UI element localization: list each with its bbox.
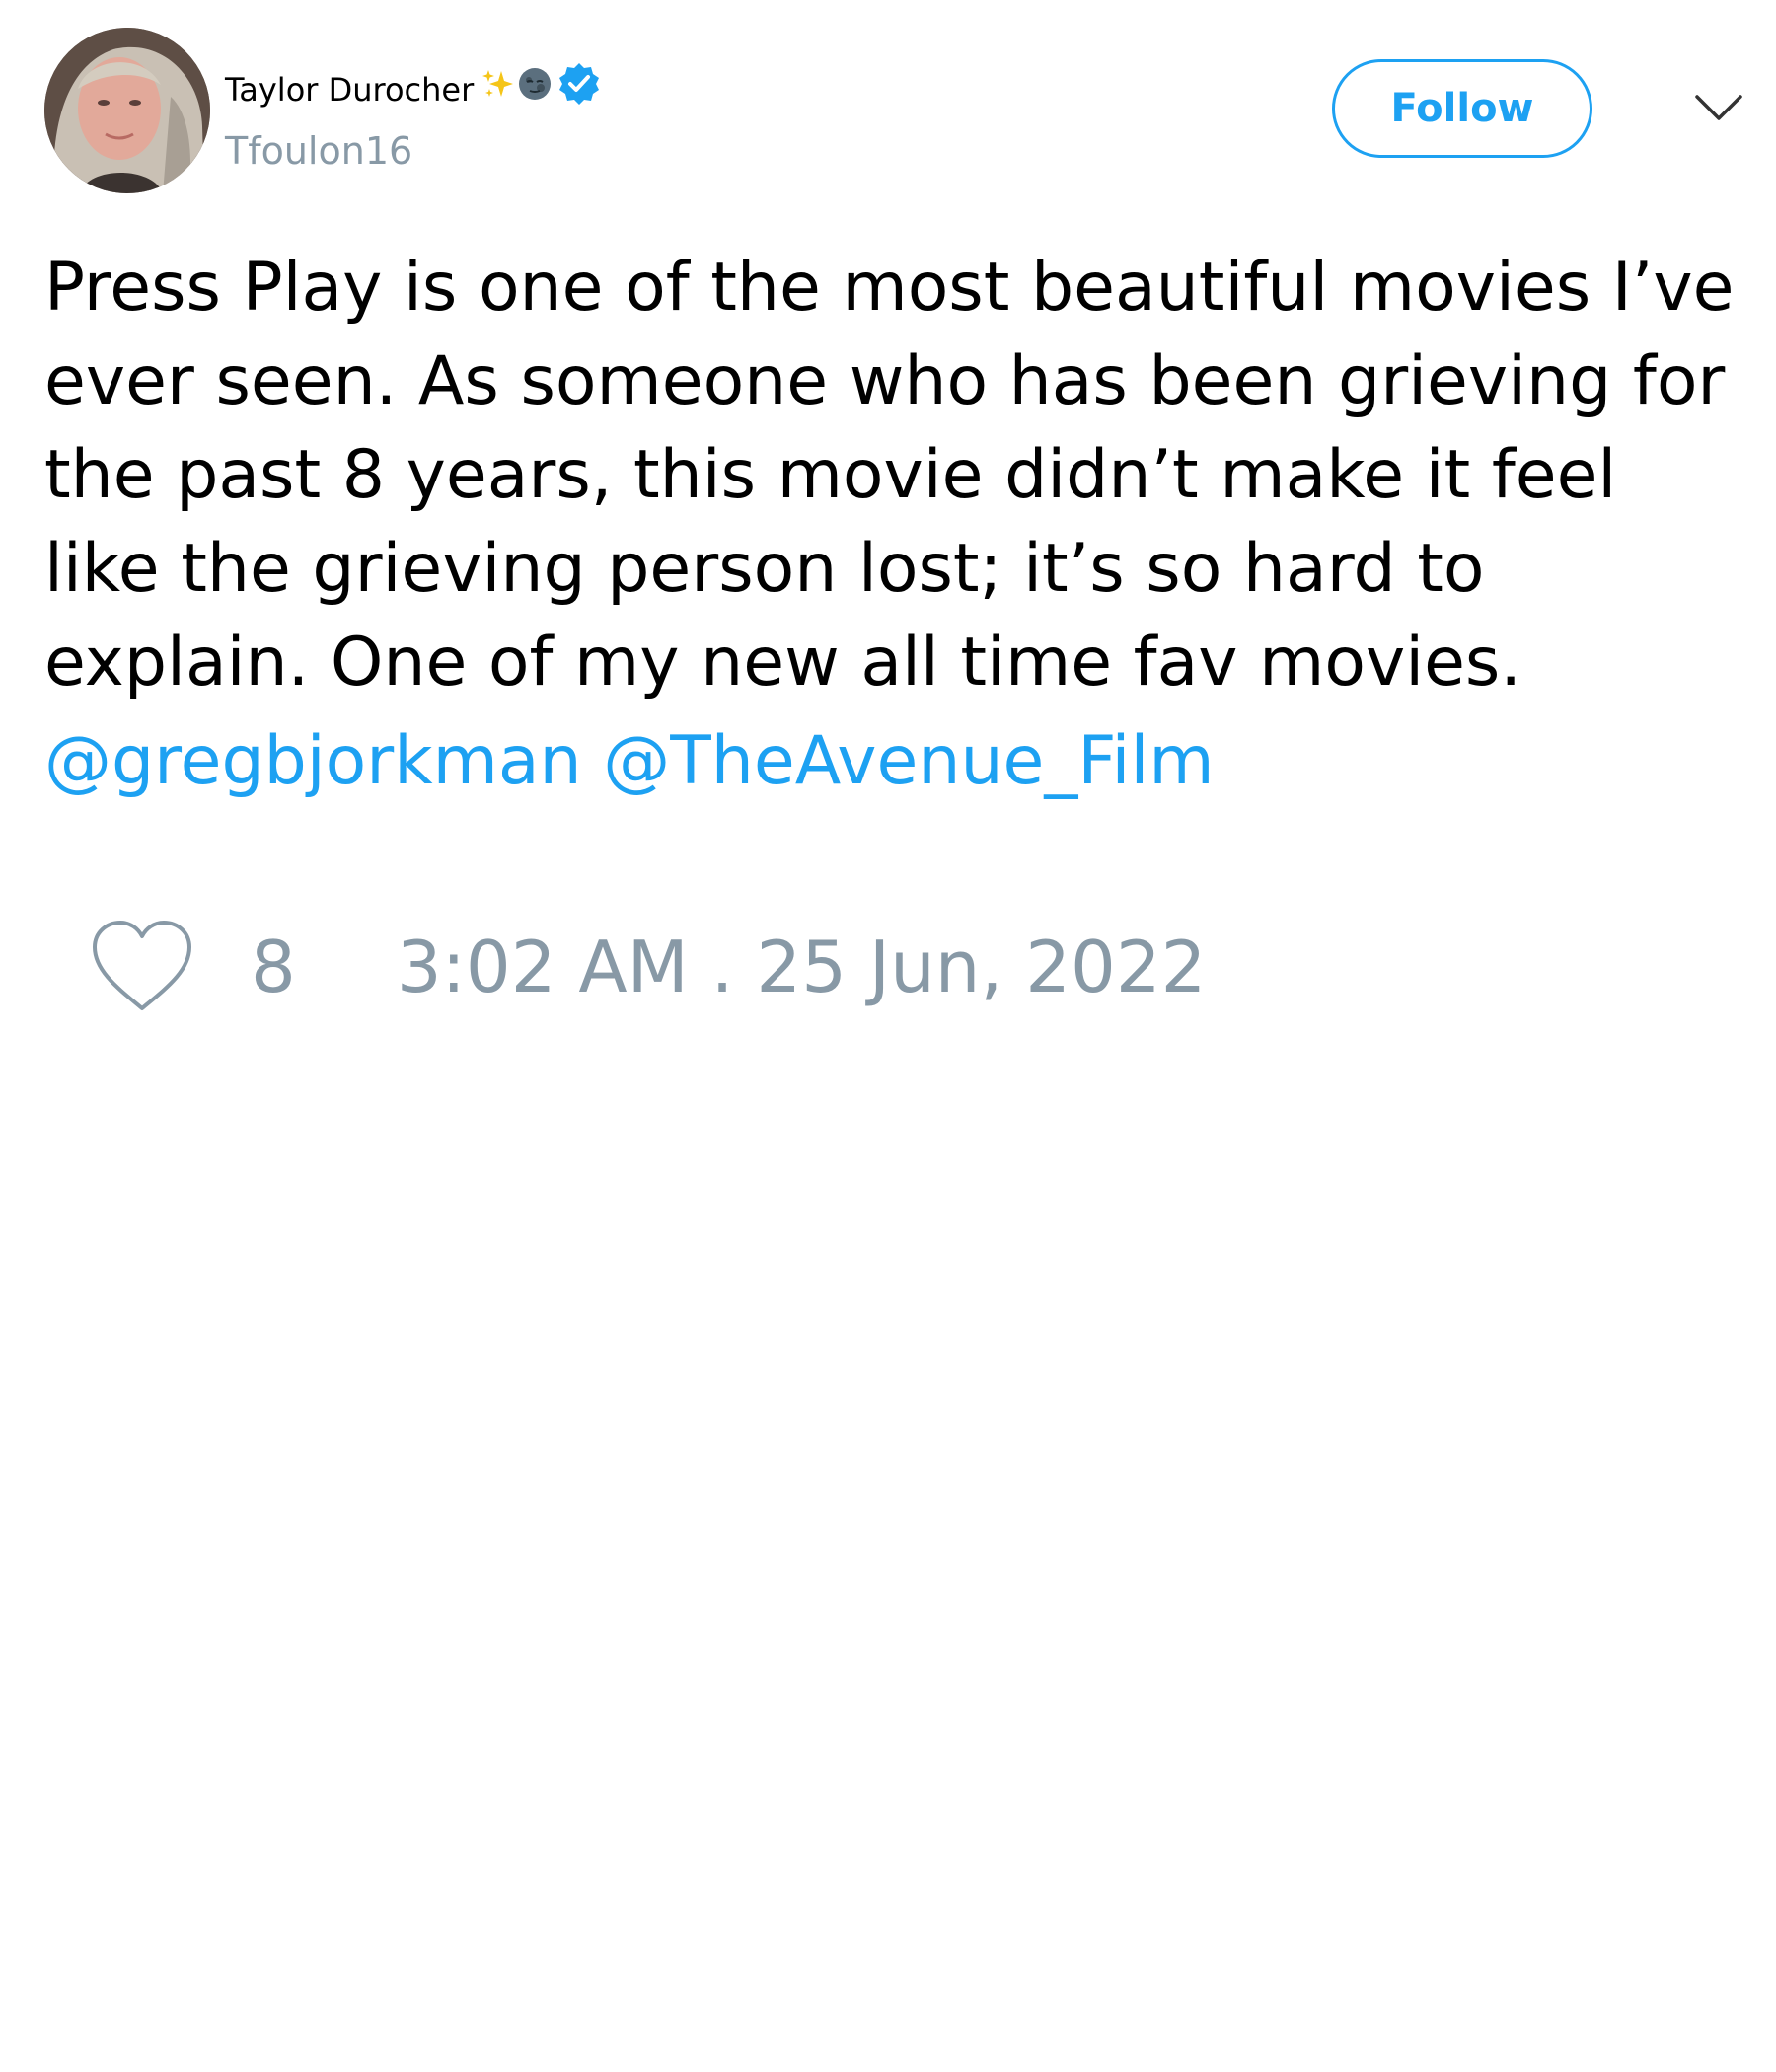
user-handle[interactable]: Tfoulon16 <box>225 126 412 176</box>
sparkles-emoji-icon <box>481 67 515 111</box>
tweet-text: Press Play is one of the most beautiful … <box>44 241 1761 709</box>
verified-badge-icon <box>556 61 602 117</box>
tweet-text-line: Press Play is one of the most beautiful … <box>44 249 1735 327</box>
chevron-down-icon[interactable] <box>1693 91 1744 124</box>
tweet-mentions: @gregbjorkman @TheAvenue_Film <box>44 714 1215 808</box>
display-name[interactable]: Taylor Durocher <box>225 68 474 111</box>
tweet-text-line: like the grieving person lost; it’s so h… <box>44 530 1485 608</box>
tweet-text-line: the past 8 years, this movie didn’t make… <box>44 436 1617 514</box>
like-count: 8 <box>251 925 296 1008</box>
tweet-text-line: ever seen. As someone who has been griev… <box>44 342 1726 420</box>
display-name-row[interactable]: Taylor Durocher <box>225 61 602 117</box>
tweet-footer: 8 3:02 AM . 25 Jun, 2022 <box>89 918 1206 1016</box>
mention-link-gregbjorkman[interactable]: @gregbjorkman <box>44 722 582 800</box>
tweet-text-line: explain. One of my new all time fav movi… <box>44 624 1521 702</box>
tweet-timestamp[interactable]: 3:02 AM . 25 Jun, 2022 <box>397 925 1207 1008</box>
avatar[interactable] <box>44 28 210 193</box>
mention-link-theavenue-film[interactable]: @TheAvenue_Film <box>603 722 1214 800</box>
follow-button[interactable]: Follow <box>1332 59 1592 158</box>
like-heart-icon[interactable] <box>89 918 195 1016</box>
new-moon-face-emoji-icon <box>517 66 553 112</box>
